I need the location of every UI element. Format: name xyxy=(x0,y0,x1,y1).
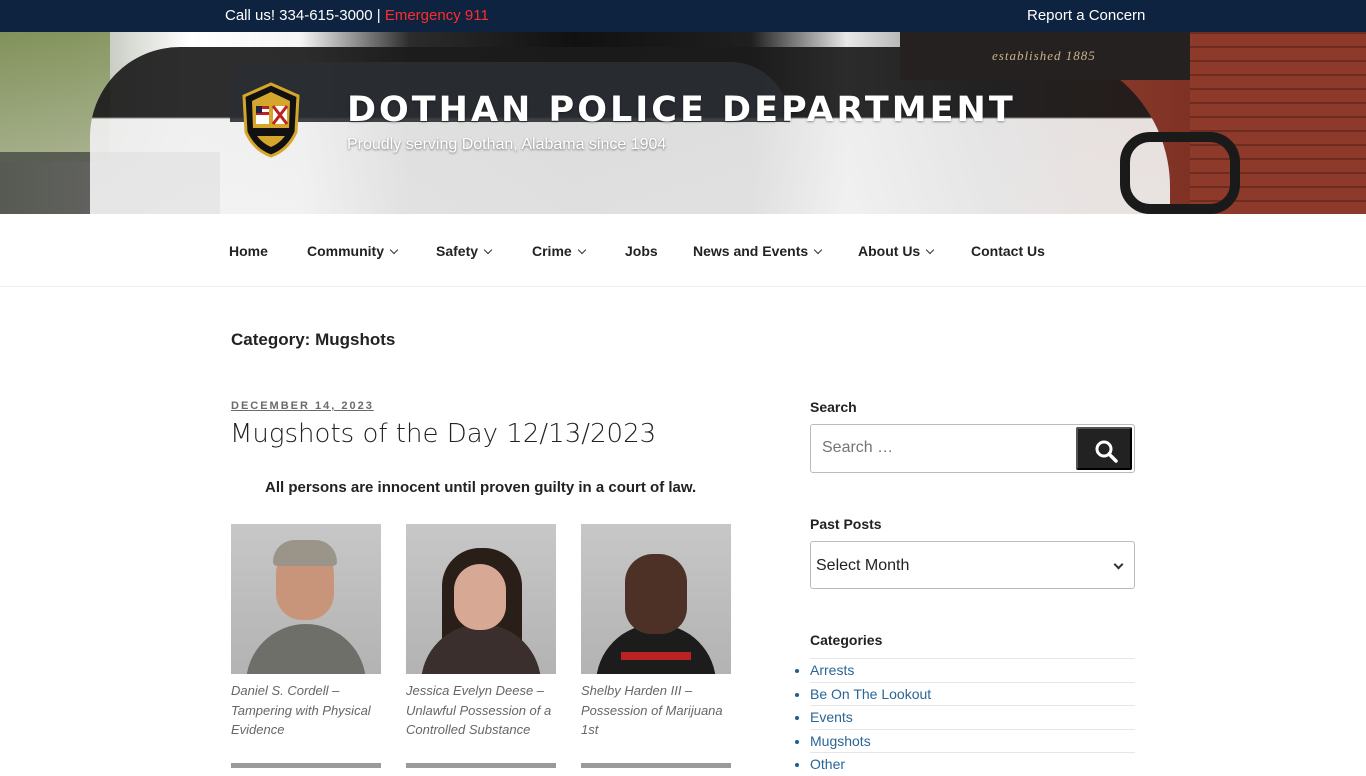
category-item[interactable]: Be On The Lookout xyxy=(810,681,1135,706)
search-form xyxy=(810,424,1135,473)
nav-item-label: Home xyxy=(229,243,268,259)
nav-item-label: News and Events xyxy=(693,243,809,259)
category-item[interactable]: Events xyxy=(810,705,1135,729)
category-link[interactable]: Other xyxy=(810,756,845,772)
mugshot-caption: Shelby Harden III – Possession of Mariju… xyxy=(581,683,723,737)
mugshot-image-partial[interactable] xyxy=(581,763,731,768)
report-concern-link[interactable]: Report a Concern xyxy=(1027,7,1145,24)
main-navigation: Home Community Safety Crime Jobs News an… xyxy=(0,214,1366,287)
site-title[interactable]: DOTHAN POLICE DEPARTMENT xyxy=(347,90,1016,130)
mugshot-caption: Jessica Evelyn Deese – Unlawful Possessi… xyxy=(406,683,552,737)
categories-widget-title: Categories xyxy=(810,632,883,648)
category-item[interactable]: Other xyxy=(810,752,1135,776)
nav-item-label: About Us xyxy=(858,243,921,259)
chevron-down-icon xyxy=(1113,559,1124,570)
nav-item-about-us[interactable]: About Us xyxy=(858,243,935,259)
mugshot-face xyxy=(625,554,687,634)
contact-info: Call us! 334-615-3000 | Emergency 911 xyxy=(225,7,489,24)
chevron-down-icon xyxy=(577,245,586,255)
category-item[interactable]: Arrests xyxy=(810,658,1135,682)
nav-item-news-and-events[interactable]: News and Events xyxy=(693,243,823,259)
category-link[interactable]: Mugshots xyxy=(810,733,871,749)
search-input[interactable] xyxy=(822,439,1062,457)
call-text: Call us! 334-615-3000 | xyxy=(225,7,381,24)
chevron-down-icon xyxy=(483,245,493,255)
mugshot-image[interactable] xyxy=(406,524,556,674)
nav-item-label: Safety xyxy=(436,243,479,259)
top-bar: Call us! 334-615-3000 | Emergency 911 Re… xyxy=(0,0,1366,32)
nav-item-label: Jobs xyxy=(625,243,658,259)
post-date-link[interactable]: DECEMBER 14, 2023 xyxy=(231,400,374,412)
category-link[interactable]: Be On The Lookout xyxy=(810,686,931,702)
mugshot-image[interactable] xyxy=(231,524,381,674)
mugshot-face xyxy=(454,564,506,630)
category-item[interactable]: Mugshots xyxy=(810,728,1135,753)
chevron-down-icon xyxy=(925,245,935,255)
post-title-link[interactable]: Mugshots of the Day 12/13/2023 xyxy=(230,419,656,449)
category-link[interactable]: Events xyxy=(810,709,853,725)
police-badge-logo[interactable] xyxy=(238,82,304,158)
category-link[interactable]: Arrests xyxy=(810,662,854,678)
mugshot-image-partial[interactable] xyxy=(231,763,381,768)
nav-item-jobs[interactable]: Jobs xyxy=(625,243,658,259)
search-widget-title: Search xyxy=(810,399,857,415)
nav-item-safety[interactable]: Safety xyxy=(436,243,493,259)
nav-item-crime[interactable]: Crime xyxy=(532,243,586,259)
search-icon xyxy=(1095,440,1118,463)
past-posts-widget-title: Past Posts xyxy=(810,516,882,532)
chevron-down-icon xyxy=(813,245,823,255)
archive-select-value: Select Month xyxy=(816,557,910,574)
banner-wall-sign: established 1885 xyxy=(900,32,1192,80)
emergency-link[interactable]: Emergency 911 xyxy=(385,7,489,24)
site-description: Proudly serving Dothan, Alabama since 19… xyxy=(347,136,667,153)
mugshot-hair xyxy=(273,540,337,566)
banner-push-bumper xyxy=(1120,132,1240,214)
search-button[interactable] xyxy=(1076,427,1132,470)
nav-item-label: Contact Us xyxy=(971,243,1045,259)
mugshot-image[interactable] xyxy=(581,524,731,674)
mugshot-collar xyxy=(621,652,691,660)
nav-item-community[interactable]: Community xyxy=(307,243,399,259)
archive-month-select[interactable]: Select Month xyxy=(810,541,1135,589)
nav-item-home[interactable]: Home xyxy=(229,243,268,259)
page-title: Category: Mugshots xyxy=(231,330,396,349)
banner-sign-text: established 1885 xyxy=(992,48,1096,63)
nav-item-label: Crime xyxy=(532,243,572,259)
post-disclaimer: All persons are innocent until proven gu… xyxy=(265,479,697,496)
mugshot-caption: Daniel S. Cordell – Tampering with Physi… xyxy=(231,683,371,737)
mugshot-image-partial[interactable] xyxy=(406,763,556,768)
nav-item-contact-us[interactable]: Contact Us xyxy=(971,243,1045,259)
chevron-down-icon xyxy=(389,245,399,255)
categories-list: Arrests Be On The Lookout Events Mugshot… xyxy=(810,658,1135,776)
nav-item-label: Community xyxy=(307,243,384,259)
